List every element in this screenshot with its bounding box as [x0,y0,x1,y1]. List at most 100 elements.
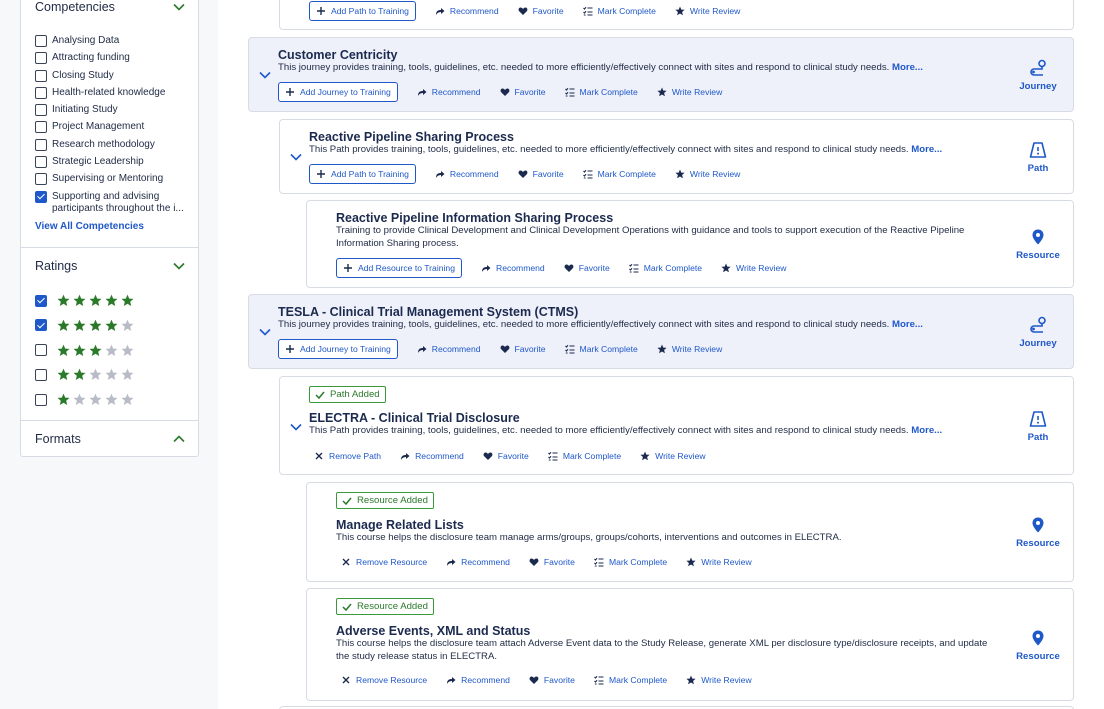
favorite-button[interactable]: Favorite [483,451,529,461]
competencies-header[interactable]: Competencies [35,0,186,14]
write-review-button[interactable]: Write Review [686,557,752,567]
remove-resource-button[interactable]: Remove Resource [341,675,427,685]
competency-item[interactable]: Supervising or Mentoring [35,173,195,190]
card-title[interactable]: ELECTRA - Clinical Trial Disclosure [309,411,520,425]
mark-complete-button[interactable]: Mark Complete [547,451,622,461]
chevron-down-icon[interactable] [289,150,303,164]
checkbox[interactable] [35,104,47,117]
write-review-button[interactable]: Write Review [675,6,740,16]
checklist-icon [582,6,593,16]
write-review-button[interactable]: Write Review [721,263,786,273]
card-title[interactable]: Reactive Pipeline Sharing Process [309,130,514,144]
mark-complete-button[interactable]: Mark Complete [564,344,638,354]
recommend-button[interactable]: Recommend [446,675,510,685]
add-resource-button[interactable]: Add Resource to Training [336,258,462,278]
recommend-button[interactable]: Recommend [400,451,464,461]
mark-complete-button[interactable]: Mark Complete [564,87,638,97]
route-icon [1030,59,1046,76]
competency-item[interactable]: Strategic Leadership [35,156,195,173]
more-link[interactable]: More... [911,425,942,436]
favorite-button[interactable]: Favorite [529,675,575,685]
more-link[interactable]: More... [892,62,923,73]
recommend-button[interactable]: Recommend [435,6,499,16]
competency-item[interactable]: Initiating Study [35,104,195,121]
rating-filter-3[interactable] [35,344,134,357]
recommend-button[interactable]: Recommend [435,169,499,179]
checkbox-checked[interactable] [35,190,47,203]
button-label: Write Review [655,451,706,461]
button-label: Add Journey to Training [300,344,391,354]
checkbox-checked[interactable] [35,294,47,307]
checkbox[interactable] [35,344,47,357]
favorite-button[interactable]: Favorite [529,557,575,567]
write-review-button[interactable]: Write Review [686,675,752,685]
card-title[interactable]: Reactive Pipeline Information Sharing Pr… [336,211,613,225]
button-label: Recommend [495,263,545,273]
checkbox[interactable] [35,368,47,381]
chevron-down-icon[interactable] [289,420,303,434]
star-icon [657,344,667,354]
recommend-button[interactable]: Recommend [446,557,510,567]
mark-complete-button[interactable]: Mark Complete [628,263,702,273]
resource-type-badge: Resource [1008,516,1068,549]
rating-filter-5[interactable] [35,294,134,307]
checkbox[interactable] [35,138,47,151]
mark-complete-button[interactable]: Mark Complete [594,675,667,685]
button-label: Mark Complete [562,451,622,461]
chevron-down-icon[interactable] [258,68,272,82]
write-review-button[interactable]: Write Review [657,344,722,354]
checkbox[interactable] [35,173,47,186]
favorite-button[interactable]: Favorite [518,6,564,16]
card-title[interactable]: Manage Related Lists [336,518,464,532]
competency-label: Strategic Leadership [52,156,144,168]
favorite-button[interactable]: Favorite [500,344,546,354]
card-title[interactable]: Customer Centricity [278,48,397,62]
checkbox[interactable] [35,35,47,47]
ratings-header[interactable]: Ratings [35,259,186,273]
checkbox[interactable] [35,86,47,99]
favorite-button[interactable]: Favorite [500,87,546,97]
star-filled-icon [57,393,70,406]
competency-item[interactable]: Attracting funding [35,52,195,69]
competency-item[interactable]: Health-related knowledge [35,86,195,104]
competency-item[interactable]: Research methodology [35,138,195,156]
recommend-button[interactable]: Recommend [417,87,481,97]
checkbox[interactable] [35,121,47,134]
rating-filter-1[interactable] [35,393,134,406]
add-path-button[interactable]: Add Path to Training [309,1,416,21]
write-review-button[interactable]: Write Review [640,451,706,461]
competency-item[interactable]: Analysing Data [35,35,195,52]
more-link[interactable]: More... [892,319,923,330]
checkbox[interactable] [35,393,47,406]
competency-item[interactable]: Closing Study [35,69,195,87]
competency-item[interactable]: Supporting and advising participants thr… [35,190,195,221]
competency-item[interactable]: Project Management [35,121,195,138]
more-link[interactable]: More... [911,144,942,155]
view-all-competencies-link[interactable]: View All Competencies [35,221,144,232]
rating-filter-4[interactable] [35,319,134,332]
add-journey-button[interactable]: Add Journey to Training [278,339,398,359]
card-title[interactable]: Adverse Events, XML and Status [336,624,530,638]
remove-resource-button[interactable]: Remove Resource [341,557,427,567]
chevron-down-icon[interactable] [258,325,272,339]
rating-filter-2[interactable] [35,368,134,381]
favorite-button[interactable]: Favorite [518,169,564,179]
add-path-button[interactable]: Add Path to Training [309,164,416,184]
checkbox[interactable] [35,156,47,169]
write-review-button[interactable]: Write Review [657,87,722,97]
write-review-button[interactable]: Write Review [675,169,740,179]
favorite-button[interactable]: Favorite [564,263,610,273]
remove-path-button[interactable]: Remove Path [314,451,381,461]
mark-complete-button[interactable]: Mark Complete [582,6,656,16]
checkbox[interactable] [35,69,47,82]
recommend-button[interactable]: Recommend [481,263,545,273]
formats-header[interactable]: Formats [35,432,186,446]
mark-complete-button[interactable]: Mark Complete [582,169,656,179]
checkbox-checked[interactable] [35,319,47,332]
recommend-button[interactable]: Recommend [417,344,481,354]
add-journey-button[interactable]: Add Journey to Training [278,82,398,102]
star-filled-icon [57,294,70,306]
card-title[interactable]: TESLA - Clinical Trial Management System… [278,305,578,319]
checkbox[interactable] [35,52,47,65]
mark-complete-button[interactable]: Mark Complete [594,557,667,567]
